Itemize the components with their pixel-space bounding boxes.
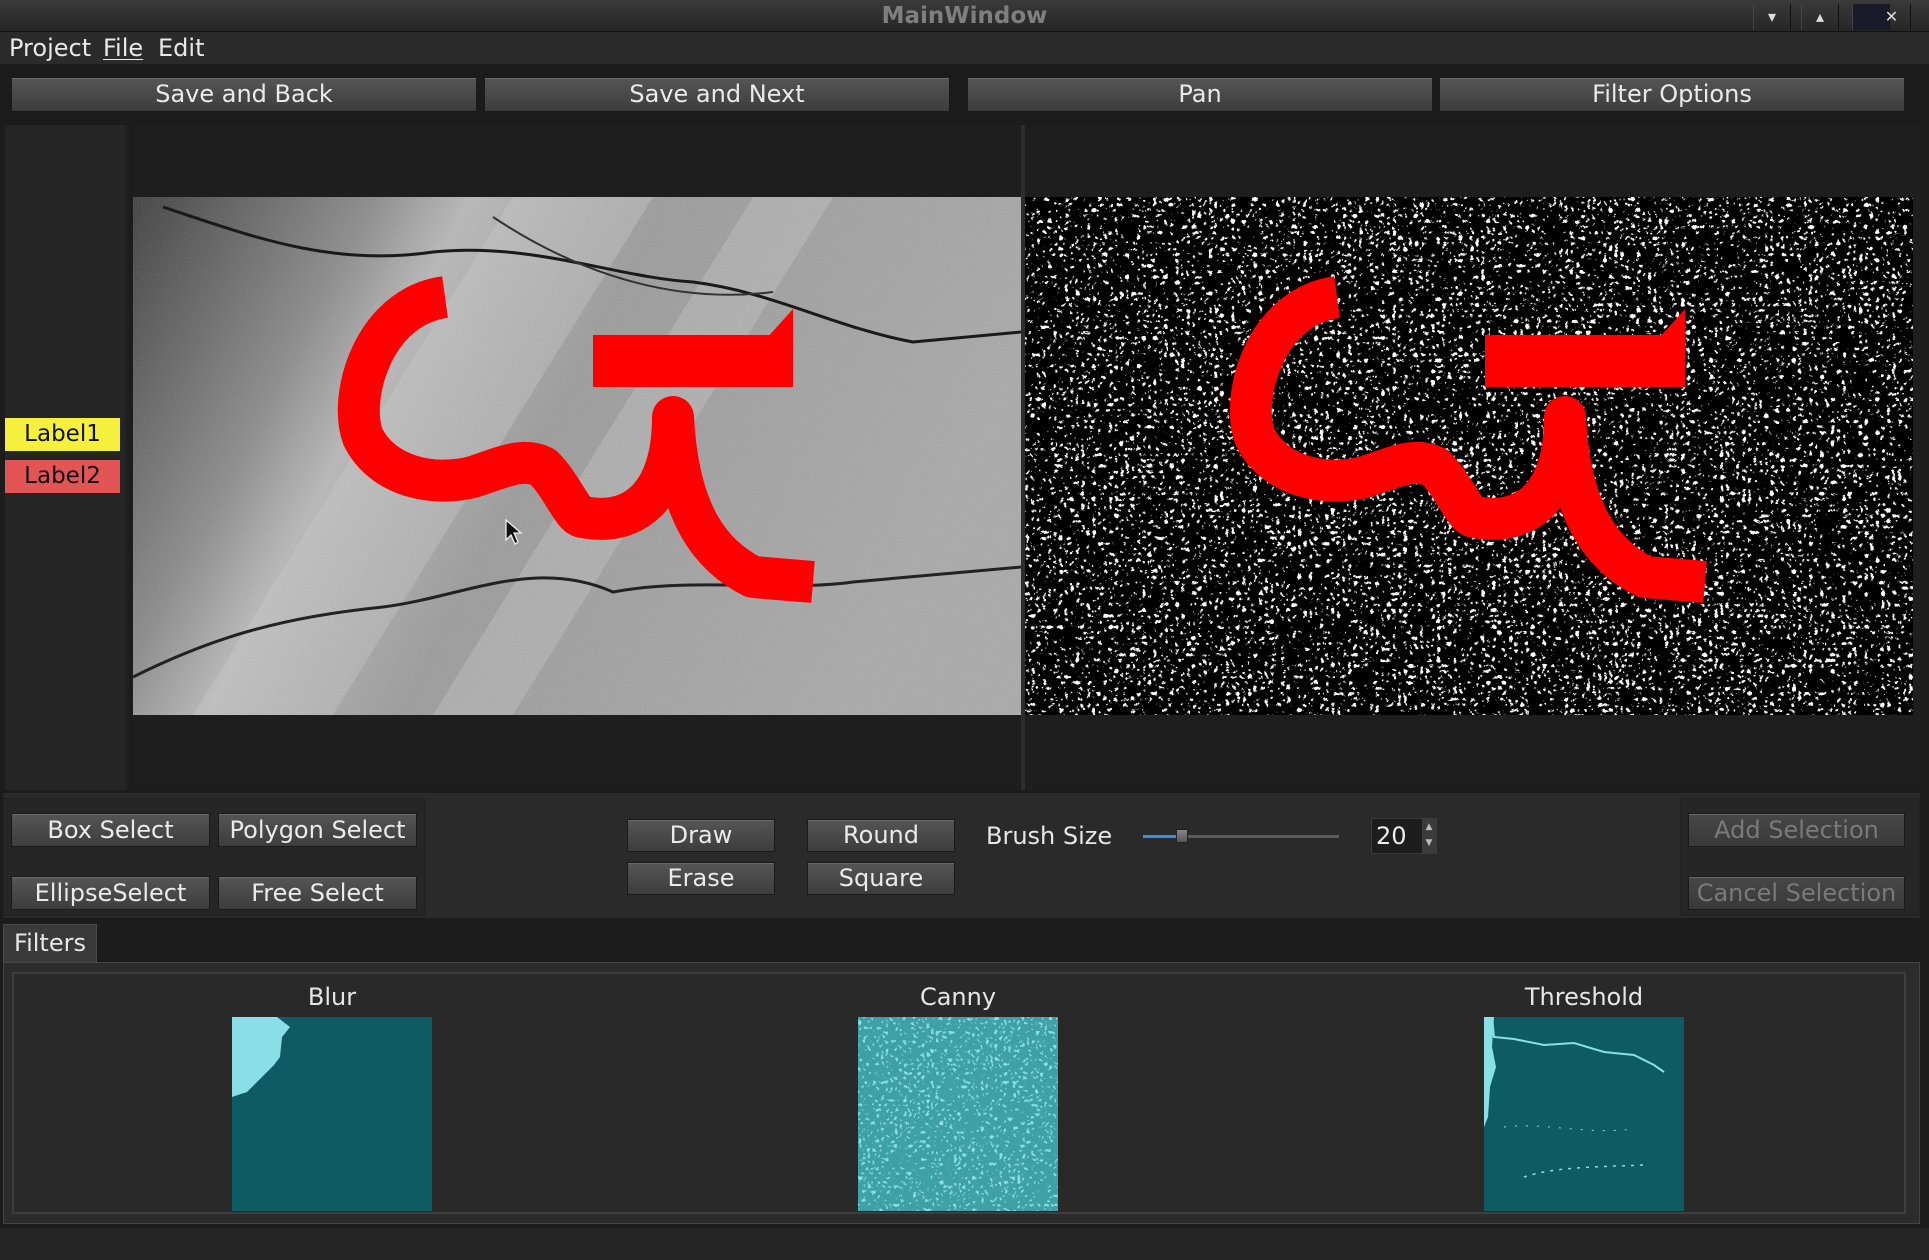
tab-filters[interactable]: Filters xyxy=(3,924,97,962)
filter-thumb-blur[interactable] xyxy=(232,1017,432,1211)
filter-thumb-canny[interactable] xyxy=(858,1017,1058,1211)
spin-arrows-icon[interactable]: ▲ ▼ xyxy=(1422,819,1436,853)
filter-title-blur: Blur xyxy=(307,983,357,1011)
menu-bar: Project File Edit xyxy=(0,32,1929,64)
filter-title-canny: Canny xyxy=(919,983,997,1011)
window-title: MainWindow xyxy=(881,3,1048,29)
label-panel: Label1 Label2 xyxy=(5,125,129,790)
polygon-select-button[interactable]: Polygon Select xyxy=(218,813,417,847)
minimize-button[interactable]: ▾ xyxy=(1753,4,1791,30)
box-select-button[interactable]: Box Select xyxy=(11,813,210,847)
draw-button[interactable]: Draw xyxy=(627,819,775,852)
ellipse-select-button[interactable]: EllipseSelect xyxy=(11,876,210,910)
label-item-label2[interactable]: Label2 xyxy=(5,460,120,493)
menu-file[interactable]: File xyxy=(103,34,143,62)
close-button[interactable]: ✕ xyxy=(1873,4,1911,30)
filter-thumb-threshold[interactable] xyxy=(1484,1017,1684,1211)
filter-title-threshold: Threshold xyxy=(1524,983,1644,1011)
save-and-back-button[interactable]: Save and Back xyxy=(11,77,477,112)
maximize-button[interactable]: ▴ xyxy=(1801,4,1839,30)
brush-size-value[interactable]: 20 xyxy=(1376,822,1407,850)
original-image[interactable] xyxy=(133,197,1021,715)
brush-size-label: Brush Size xyxy=(986,822,1113,850)
square-brush-button[interactable]: Square xyxy=(807,862,955,895)
save-and-next-button[interactable]: Save and Next xyxy=(484,77,950,112)
brush-size-spinbox[interactable]: 20 ▲ ▼ xyxy=(1371,818,1437,854)
free-select-button[interactable]: Free Select xyxy=(218,876,417,910)
title-bar: MainWindow ▾ ▴ ✕ xyxy=(0,0,1929,32)
brush-size-slider-handle[interactable] xyxy=(1176,829,1189,843)
menu-project[interactable]: Project xyxy=(9,34,91,62)
pan-button[interactable]: Pan xyxy=(967,77,1433,112)
menu-edit[interactable]: Edit xyxy=(158,34,204,62)
erase-button[interactable]: Erase xyxy=(627,862,775,895)
round-brush-button[interactable]: Round xyxy=(807,819,955,852)
status-bar xyxy=(0,1228,1929,1260)
filter-options-button[interactable]: Filter Options xyxy=(1439,77,1905,112)
cancel-selection-button[interactable]: Cancel Selection xyxy=(1688,876,1905,910)
filtered-image[interactable] xyxy=(1025,197,1913,715)
add-selection-button[interactable]: Add Selection xyxy=(1688,813,1905,847)
label-item-label1[interactable]: Label1 xyxy=(5,418,120,451)
